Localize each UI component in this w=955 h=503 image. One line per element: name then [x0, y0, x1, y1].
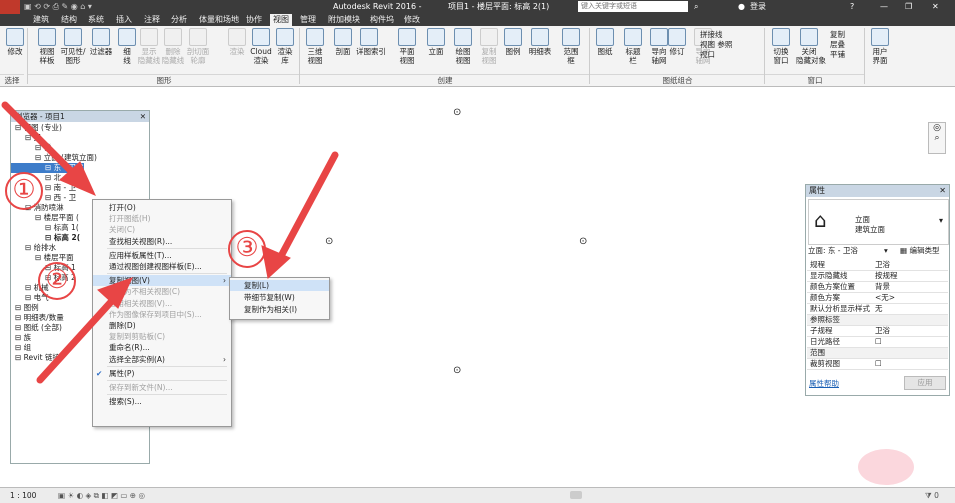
red-arrow-3 — [276, 151, 339, 262]
red-arrow-1 — [1, 101, 84, 184]
red-arrow-2-head — [97, 277, 133, 309]
annotation-number-1: ① — [5, 172, 43, 210]
red-arrow-2 — [36, 288, 124, 384]
annotation-number-3: ③ — [228, 230, 266, 268]
annotation-number-2: ② — [38, 262, 76, 300]
annotation-overlay — [1, 101, 339, 384]
